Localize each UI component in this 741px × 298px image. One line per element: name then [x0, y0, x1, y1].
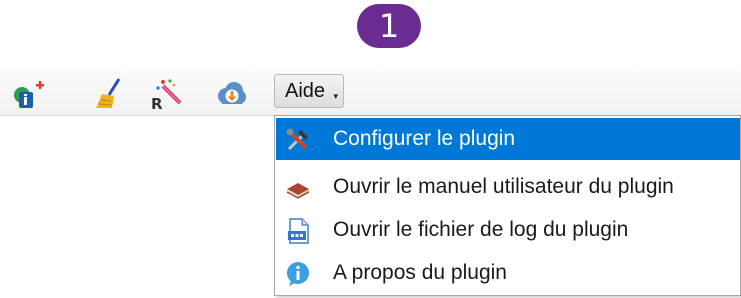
svg-text:R: R	[151, 95, 163, 110]
book-icon	[285, 174, 311, 200]
dropdown-arrow-icon: ▾	[333, 91, 338, 101]
menu-item-label: Ouvrir le fichier de log du plugin	[333, 218, 629, 241]
menu-item-label: Ouvrir le manuel utilisateur du plugin	[333, 175, 674, 198]
aide-dropdown-menu: Configurer le plugin Ouvrir le manuel ut…	[274, 115, 741, 296]
info-add-icon[interactable]	[12, 78, 46, 110]
broom-icon[interactable]	[92, 78, 126, 110]
page: 1 R Aide ▾ Configurer le plugin Ouvrir l…	[0, 0, 741, 298]
info-icon	[285, 260, 311, 286]
menu-item-configure-plugin[interactable]: Configurer le plugin	[276, 118, 740, 160]
cloud-download-icon[interactable]	[214, 78, 248, 110]
aide-menu-button[interactable]: Aide ▾	[274, 74, 344, 108]
log-file-icon	[285, 217, 311, 244]
menu-item-label: A propos du plugin	[333, 261, 507, 284]
r-magic-wand-icon[interactable]: R	[150, 78, 184, 110]
step-number-badge: 1	[357, 4, 421, 48]
menu-item-open-user-manual[interactable]: Ouvrir le manuel utilisateur du plugin	[276, 166, 740, 208]
menu-item-about-plugin[interactable]: A propos du plugin	[276, 252, 740, 294]
hammer-wrench-icon	[285, 126, 311, 152]
menu-item-open-log-file[interactable]: Ouvrir le fichier de log du plugin	[276, 209, 740, 251]
menu-item-label: Configurer le plugin	[333, 127, 516, 150]
toolbar: R Aide ▾	[0, 70, 741, 116]
aide-menu-button-label: Aide	[285, 80, 326, 102]
